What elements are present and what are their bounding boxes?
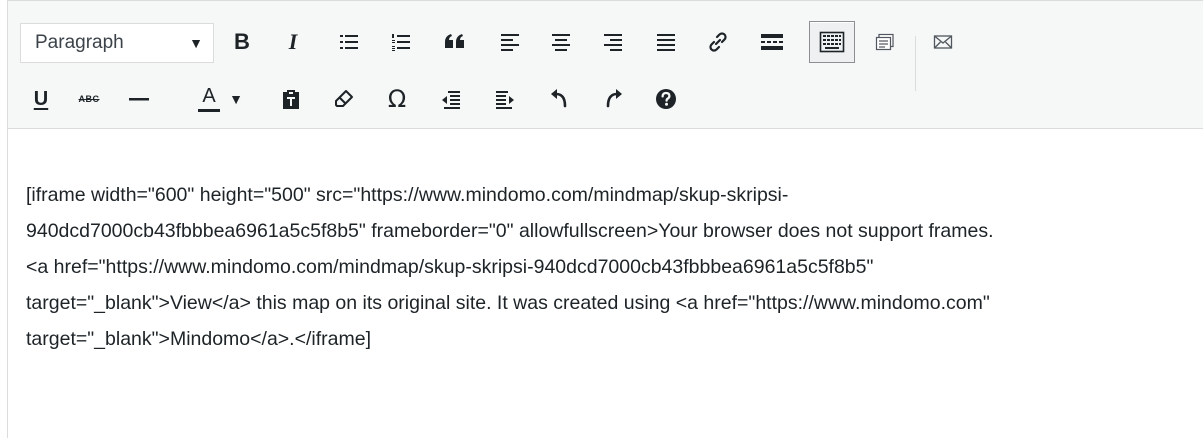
strikethrough-button[interactable]: ABC <box>71 79 107 119</box>
paste-as-text-button[interactable] <box>273 79 309 119</box>
align-center-button[interactable] <box>543 22 579 62</box>
link-icon <box>709 32 727 52</box>
horizontal-line-button[interactable] <box>121 79 157 119</box>
editor-toolbar: Paragraph ▼ B I U ABC A ▼ Ω <box>8 1 1203 129</box>
media-icon <box>875 33 894 51</box>
omega-icon: Ω <box>387 85 407 113</box>
format-select-value: Paragraph <box>35 32 124 53</box>
align-justify-button[interactable] <box>648 22 684 62</box>
text-color-letter: A <box>202 85 216 107</box>
clear-formatting-icon <box>335 90 353 107</box>
text-color-dropdown[interactable]: ▼ <box>226 79 246 119</box>
strikethrough-icon: ABC <box>78 94 100 104</box>
indent-icon <box>496 91 514 109</box>
undo-icon <box>551 89 567 108</box>
editor-content[interactable]: [iframe width="600" height="500" src="ht… <box>26 177 1016 357</box>
toolbar-toggle-button[interactable] <box>809 21 855 63</box>
redo-icon <box>606 89 622 108</box>
align-justify-icon <box>657 34 675 51</box>
editor: Paragraph ▼ B I U ABC A ▼ Ω [iframe widt… <box>7 0 1203 438</box>
mail-icon <box>933 35 953 49</box>
read-more-icon <box>761 34 783 50</box>
italic-button[interactable]: I <box>275 22 311 62</box>
align-center-icon <box>552 34 570 51</box>
clear-formatting-button[interactable] <box>326 79 362 119</box>
indent-button[interactable] <box>487 79 523 119</box>
align-left-icon <box>501 34 519 51</box>
read-more-button[interactable] <box>754 22 790 62</box>
horizontal-line-icon <box>129 98 149 101</box>
undo-button[interactable] <box>541 79 577 119</box>
blockquote-icon <box>445 34 464 48</box>
numbered-list-icon <box>392 34 410 51</box>
blockquote-button[interactable] <box>437 22 473 62</box>
toolbar-row-1: Paragraph ▼ B I <box>8 21 1203 91</box>
underline-icon: U <box>33 87 49 110</box>
numbered-list-button[interactable] <box>383 22 419 62</box>
email-button[interactable] <box>925 22 961 62</box>
bold-button[interactable]: B <box>224 22 260 62</box>
help-button[interactable] <box>648 79 684 119</box>
underline-button[interactable]: U <box>23 79 59 119</box>
paste-as-text-icon <box>283 90 299 109</box>
add-media-button[interactable] <box>867 22 903 62</box>
format-select[interactable]: Paragraph ▼ <box>20 23 214 63</box>
special-character-button[interactable]: Ω <box>379 79 415 119</box>
toolbar-row-2: U ABC A ▼ Ω <box>8 79 1203 119</box>
bullet-list-icon <box>340 35 358 49</box>
outdent-button[interactable] <box>433 79 469 119</box>
redo-button[interactable] <box>596 79 632 119</box>
chevron-down-icon: ▼ <box>229 91 243 107</box>
text-color-swatch <box>198 109 220 112</box>
align-right-icon <box>604 34 622 51</box>
keyboard-icon <box>819 31 845 53</box>
outdent-icon <box>442 91 460 109</box>
text-color-button[interactable]: A <box>191 79 227 119</box>
align-right-button[interactable] <box>595 22 631 62</box>
bold-icon: B <box>234 29 250 54</box>
bullet-list-button[interactable] <box>331 22 367 62</box>
chevron-down-icon: ▼ <box>189 35 203 51</box>
help-icon <box>656 89 676 109</box>
align-left-button[interactable] <box>492 22 528 62</box>
italic-icon: I <box>288 29 298 54</box>
insert-link-button[interactable] <box>700 22 736 62</box>
text-color-icon: A <box>198 86 220 112</box>
